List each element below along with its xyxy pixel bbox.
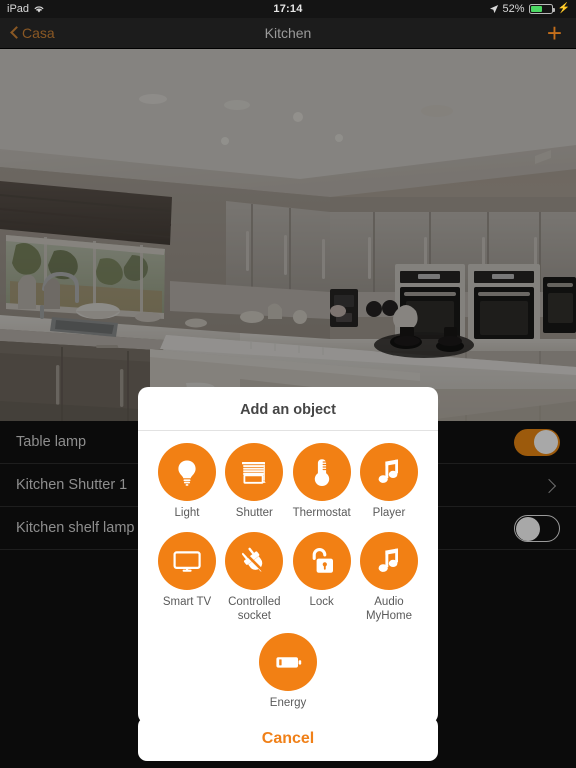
object-option-controlled-socket[interactable]: Controlled socket — [221, 532, 287, 623]
cancel-button[interactable]: Cancel — [138, 717, 438, 761]
object-option-thermostat[interactable]: Thermostat — [289, 443, 355, 520]
battery-charging-icon — [528, 4, 555, 14]
add-object-dialog: Add an object Light Shutter Thermostat P… — [138, 387, 438, 725]
dialog-title: Add an object — [138, 387, 438, 431]
row-control — [544, 479, 560, 491]
list-item-label: Table lamp — [16, 434, 87, 450]
open-padlock-icon — [292, 532, 351, 591]
navigation-bar: Casa Kitchen + — [0, 18, 576, 49]
toggle-switch-table-lamp[interactable] — [514, 428, 560, 456]
list-item-label: Kitchen shelf lamp — [16, 520, 135, 536]
lightbulb-icon — [158, 443, 216, 501]
battery-icon — [259, 633, 317, 692]
object-option-smart-tv[interactable]: Smart TV — [154, 532, 220, 623]
row-control — [514, 514, 560, 542]
add-button[interactable]: + — [547, 20, 576, 46]
object-option-label: Audio MyHome — [365, 596, 412, 623]
grid-row: Energy — [148, 633, 428, 710]
thermometer-icon — [292, 443, 351, 501]
location-arrow-icon — [489, 4, 499, 14]
cancel-button-label: Cancel — [261, 730, 315, 747]
object-option-label: Controlled socket — [228, 596, 281, 623]
toggle-knob — [534, 429, 558, 454]
music-note-icon — [359, 443, 418, 501]
grid-row: Smart TV Controlled socket Lock Audio My… — [148, 532, 428, 623]
app-root: iPad 17:14 52% ⚡ Casa Kitchen + Table la… — [0, 0, 576, 768]
television-icon — [158, 532, 216, 591]
object-option-light[interactable]: Light — [154, 443, 220, 520]
object-option-player[interactable]: Player — [356, 443, 422, 520]
object-option-label: Shutter — [235, 507, 273, 519]
photo-dim-overlay — [0, 49, 576, 421]
kitchen-photo — [0, 49, 576, 421]
charging-bolt-icon: ⚡ — [557, 3, 570, 14]
battery-percent: 52% — [502, 3, 525, 15]
object-option-shutter[interactable]: Shutter — [221, 443, 287, 520]
object-option-label: Smart TV — [162, 596, 212, 609]
list-item-label: Kitchen Shutter 1 — [16, 477, 128, 493]
object-option-label: Energy — [269, 697, 307, 710]
status-bar-right: 52% ⚡ — [489, 3, 576, 15]
music-note-icon — [359, 532, 418, 591]
object-type-grid: Light Shutter Thermostat Player Smart TV… — [138, 431, 438, 724]
object-option-energy[interactable]: Energy — [255, 633, 321, 710]
page-title: Kitchen — [264, 25, 312, 41]
object-option-label: Light — [174, 507, 200, 519]
toggle-switch-kitchen-shelf-lamp[interactable] — [514, 514, 560, 542]
object-option-lock[interactable]: Lock — [289, 532, 355, 623]
object-option-label: Lock — [309, 596, 334, 609]
toggle-knob — [516, 516, 540, 541]
chevron-right-icon[interactable] — [544, 479, 556, 491]
window-blind-icon — [225, 443, 284, 501]
object-option-audio-myhome[interactable]: Audio MyHome — [356, 532, 422, 623]
object-option-label: Thermostat — [292, 507, 351, 519]
object-option-label: Player — [372, 507, 406, 519]
row-control — [514, 428, 560, 456]
status-bar: iPad 17:14 52% ⚡ — [0, 0, 576, 18]
grid-row: Light Shutter Thermostat Player — [148, 443, 428, 520]
power-plug-icon — [225, 532, 284, 591]
